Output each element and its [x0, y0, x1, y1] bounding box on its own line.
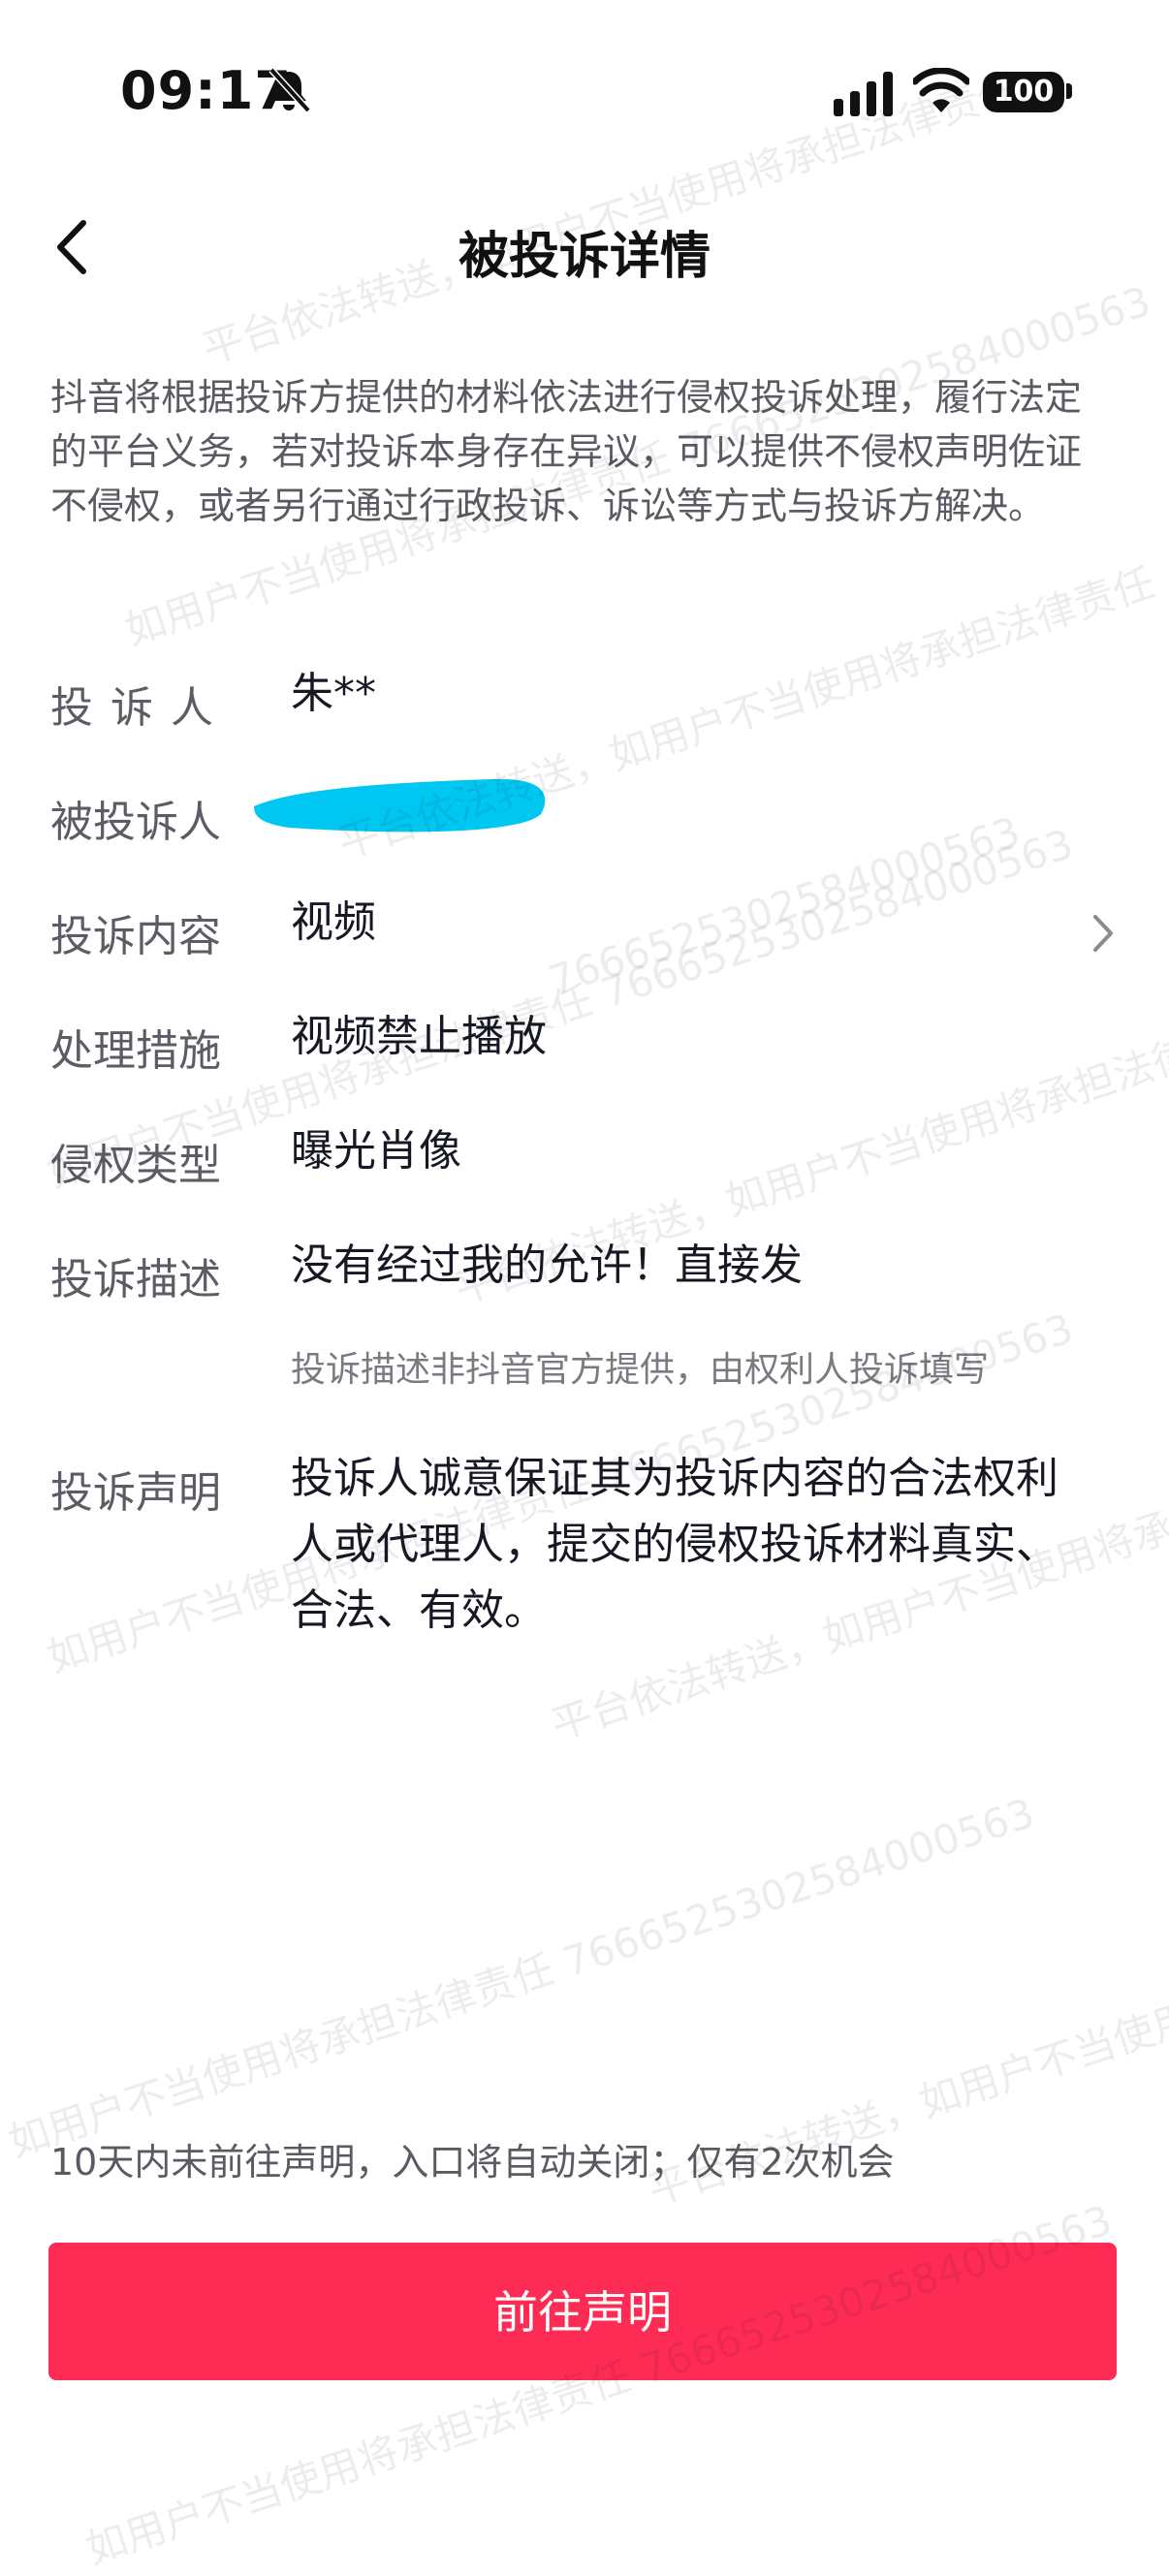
value-complainant: 朱** [291, 669, 376, 718]
intro-text: 抖音将根据投诉方提供的材料依法进行侵权投诉处理，履行法定的平台义务，若对投诉本身… [50, 376, 1083, 527]
value-type: 曝光肖像 [291, 1126, 461, 1176]
signal-icon [834, 72, 893, 116]
label-description: 投诉描述 [50, 1255, 221, 1304]
status-bar: 09:17 100 [0, 0, 1169, 184]
label-complainant: 投诉人 [50, 683, 231, 733]
value-measure: 视频禁止播放 [291, 1012, 547, 1061]
chevron-right-icon[interactable] [1088, 911, 1117, 956]
description-note: 投诉描述非抖音官方提供，由权利人投诉填写 [291, 1350, 990, 1390]
label-respondent: 被投诉人 [50, 798, 221, 847]
label-content: 投诉内容 [50, 912, 221, 961]
page-title: 被投诉详情 [458, 228, 711, 286]
label-type: 侵权类型 [50, 1141, 221, 1190]
value-content: 视频 [291, 897, 376, 947]
footer-note: 10天内未前往声明，入口将自动关闭；仅有2次机会 [50, 2141, 895, 2183]
value-statement: 投诉人诚意保证其为投诉内容的合法权利人或代理人，提交的侵权投诉材料真实、合法、有… [291, 1454, 1058, 1635]
battery-icon: 100 [983, 72, 1064, 112]
bell-mute-icon [269, 67, 311, 113]
redaction-scribble [254, 778, 546, 832]
value-description: 没有经过我的允许！直接发 [291, 1241, 803, 1290]
go-declare-button[interactable]: 前往声明 [48, 2243, 1117, 2380]
wifi-icon [913, 68, 969, 112]
battery-tip [1066, 83, 1072, 99]
watermark: 如用户不当使用将承担法律责任 7666525302584000563 [2, 1788, 1040, 2167]
label-statement: 投诉声明 [50, 1468, 221, 1518]
label-measure: 处理措施 [50, 1026, 221, 1076]
